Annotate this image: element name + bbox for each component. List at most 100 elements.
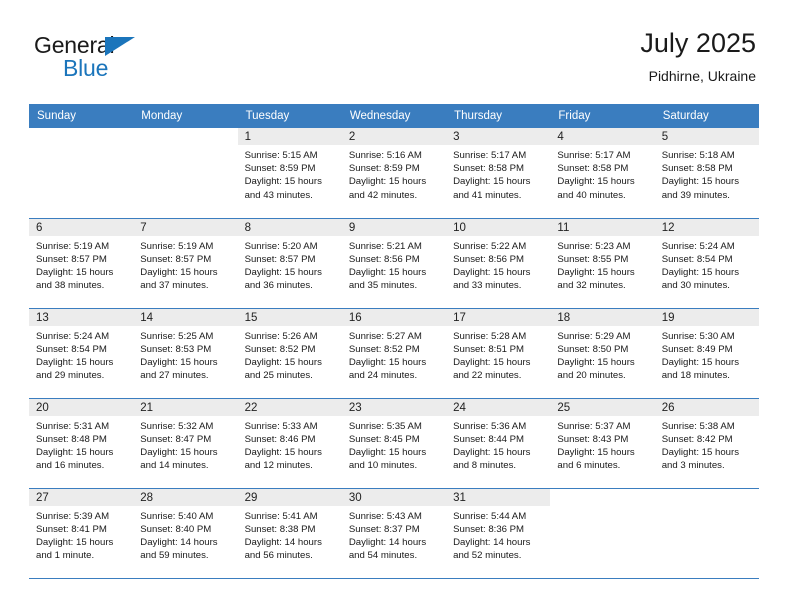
day-details: Sunrise: 5:38 AM Sunset: 8:42 PM Daylight:…: [655, 416, 759, 473]
day-number: 9: [341, 218, 447, 236]
daylight-text-line2: and 56 minutes.: [244, 550, 313, 562]
day-number: 14: [133, 308, 238, 326]
calendar-day-cell[interactable]: 5 Sunrise: 5:18 AM Sunset: 8:58 PM Daylight…: [654, 128, 759, 219]
sunrise-text: Sunrise: 5:17 AM: [557, 150, 631, 161]
calendar-day-cell[interactable]: 20 Sunrise: 5:31 AM Sunset: 8:48 PM Dayligh…: [29, 398, 134, 489]
daylight-text-line1: Daylight: 15 hours: [244, 356, 322, 368]
day-details: Sunrise: 5:15 AM Sunset: 8:59 PM Daylight:…: [238, 145, 342, 202]
sunset-text: Sunset: 8:44 PM: [453, 433, 525, 445]
sunrise-text: Sunrise: 5:29 AM: [557, 330, 631, 342]
day-number: 20: [29, 398, 134, 416]
calendar-day-cell[interactable]: 18 Sunrise: 5:29 AM Sunset: 8:50 PM Dayligh…: [550, 308, 655, 399]
day-number: 15: [237, 308, 342, 326]
logo-text-blue: Blue: [63, 55, 109, 81]
logo-text-general: General: [34, 32, 115, 58]
calendar-day-cell[interactable]: 29 Sunrise: 5:41 AM Sunset: 8:38 PM Dayligh…: [237, 488, 342, 579]
sunset-text: Sunset: 8:56 PM: [453, 253, 525, 265]
calendar-day-cell[interactable]: 22 Sunrise: 5:33 AM Sunset: 8:46 PM Dayligh…: [237, 398, 342, 489]
sunset-text: Sunset: 8:59 PM: [244, 163, 316, 175]
calendar-day-cell[interactable]: 19 Sunrise: 5:30 AM Sunset: 8:49 PM Dayligh…: [654, 308, 759, 399]
daylight-text-line1: Daylight: 15 hours: [453, 356, 531, 368]
calendar-day-cell[interactable]: 16 Sunrise: 5:27 AM Sunset: 8:52 PM Dayligh…: [341, 308, 447, 399]
calendar-day-cell[interactable]: 9 Sunrise: 5:21 AM Sunset: 8:56 PM Daylight…: [341, 218, 447, 309]
day-details: Sunrise: 5:37 AM Sunset: 8:43 PM Daylight:…: [550, 416, 654, 473]
day-details: Sunrise: 5:25 AM Sunset: 8:53 PM Daylight:…: [133, 326, 237, 383]
daylight-text-line1: Daylight: 14 hours: [140, 536, 218, 548]
day-number: 5: [654, 128, 759, 145]
month-calendar-table: Sunday Monday Tuesday Wednesday Thursday…: [29, 104, 759, 579]
sunset-text: Sunset: 8:37 PM: [348, 523, 420, 535]
daylight-text-line1: Daylight: 14 hours: [348, 536, 427, 548]
calendar-day-cell[interactable]: 13 Sunrise: 5:24 AM Sunset: 8:54 PM Dayligh…: [29, 308, 134, 399]
calendar-day-cell[interactable]: 3 Sunrise: 5:17 AM Sunset: 8:58 PM Daylight…: [446, 128, 551, 219]
page-title: July 2025: [640, 28, 756, 58]
daylight-text-line1: Daylight: 15 hours: [348, 176, 427, 188]
calendar-day-cell[interactable]: 27 Sunrise: 5:39 AM Sunset: 8:41 PM Dayligh…: [29, 488, 134, 579]
calendar-week-row: 13 Sunrise: 5:24 AM Sunset: 8:54 PM Dayligh…: [29, 308, 759, 399]
day-number: 19: [654, 308, 759, 326]
calendar-day-cell[interactable]: 7 Sunrise: 5:19 AM Sunset: 8:57 PM Daylight…: [133, 218, 238, 309]
daylight-text-line2: and 14 minutes.: [140, 460, 209, 472]
sunrise-text: Sunrise: 5:31 AM: [36, 420, 110, 432]
day-number: 26: [654, 398, 759, 416]
calendar-day-cell[interactable]: 12 Sunrise: 5:24 AM Sunset: 8:54 PM Dayligh…: [654, 218, 759, 309]
calendar-day-cell[interactable]: 17 Sunrise: 5:28 AM Sunset: 8:51 PM Dayligh…: [446, 308, 551, 399]
sunrise-text: Sunrise: 5:44 AM: [453, 510, 527, 522]
calendar-day-cell[interactable]: 6 Sunrise: 5:19 AM Sunset: 8:57 PM Daylight…: [29, 218, 134, 309]
calendar-day-cell[interactable]: 28 Sunrise: 5:40 AM Sunset: 8:40 PM Dayligh…: [133, 488, 238, 579]
calendar-day-cell[interactable]: 14 Sunrise: 5:25 AM Sunset: 8:53 PM Dayligh…: [133, 308, 238, 399]
calendar-day-cell[interactable]: 26 Sunrise: 5:38 AM Sunset: 8:42 PM Dayligh…: [654, 398, 759, 489]
sunrise-text: Sunrise: 5:36 AM: [453, 420, 527, 432]
day-details: Sunrise: 5:43 AM Sunset: 8:37 PM Daylight:…: [342, 506, 446, 563]
calendar-day-cell[interactable]: 2 Sunrise: 5:16 AM Sunset: 8:59 PM Daylight…: [341, 128, 447, 219]
daylight-text-line2: and 40 minutes.: [557, 189, 626, 201]
day-details: Sunrise: 5:31 AM Sunset: 8:48 PM Daylight:…: [29, 416, 133, 473]
calendar-day-cell[interactable]: 31 Sunrise: 5:44 AM Sunset: 8:36 PM Dayligh…: [446, 488, 551, 579]
calendar-day-cell[interactable]: 15 Sunrise: 5:26 AM Sunset: 8:52 PM Dayligh…: [237, 308, 342, 399]
calendar-day-cell[interactable]: 30 Sunrise: 5:43 AM Sunset: 8:37 PM Dayligh…: [341, 488, 447, 579]
sunset-text: Sunset: 8:47 PM: [140, 433, 212, 445]
daylight-text-line1: Daylight: 15 hours: [140, 266, 218, 278]
calendar-day-cell[interactable]: 4 Sunrise: 5:17 AM Sunset: 8:58 PM Daylight…: [550, 128, 655, 219]
day-number: [655, 489, 759, 506]
daylight-text-line2: and 39 minutes.: [661, 189, 730, 201]
day-details: Sunrise: 5:26 AM Sunset: 8:52 PM Daylight:…: [238, 326, 342, 383]
sunset-text: Sunset: 8:54 PM: [36, 343, 107, 355]
sunrise-text: Sunrise: 5:24 AM: [661, 240, 735, 252]
day-number: 18: [550, 308, 655, 326]
calendar-day-cell[interactable]: 11 Sunrise: 5:23 AM Sunset: 8:55 PM Dayligh…: [550, 218, 655, 309]
daylight-text-line2: and 22 minutes.: [453, 370, 522, 382]
sunrise-text: Sunrise: 5:25 AM: [140, 330, 214, 342]
calendar-day-cell[interactable]: 10 Sunrise: 5:22 AM Sunset: 8:56 PM Dayligh…: [446, 218, 551, 309]
day-details: Sunrise: 5:21 AM Sunset: 8:56 PM Daylight:…: [342, 236, 446, 293]
daylight-text-line1: Daylight: 15 hours: [557, 176, 635, 188]
sunrise-text: Sunrise: 5:32 AM: [140, 420, 214, 432]
daylight-text-line2: and 16 minutes.: [36, 460, 105, 472]
calendar-day-cell[interactable]: 24 Sunrise: 5:36 AM Sunset: 8:44 PM Dayligh…: [446, 398, 551, 489]
day-details: Sunrise: 5:16 AM Sunset: 8:59 PM Daylight:…: [342, 145, 446, 202]
calendar-day-cell[interactable]: 8 Sunrise: 5:20 AM Sunset: 8:57 PM Daylight…: [237, 218, 342, 309]
daylight-text-line2: and 33 minutes.: [453, 280, 522, 292]
day-details: Sunrise: 5:23 AM Sunset: 8:55 PM Daylight:…: [550, 236, 654, 293]
daylight-text-line1: Daylight: 15 hours: [453, 446, 531, 458]
day-number: 4: [550, 128, 655, 145]
calendar-day-cell[interactable]: 23 Sunrise: 5:35 AM Sunset: 8:45 PM Dayligh…: [341, 398, 447, 489]
day-details: Sunrise: 5:33 AM Sunset: 8:46 PM Daylight:…: [238, 416, 342, 473]
daylight-text-line1: Daylight: 15 hours: [36, 446, 114, 458]
daylight-text-line1: Daylight: 15 hours: [36, 266, 114, 278]
day-details: Sunrise: 5:40 AM Sunset: 8:40 PM Daylight:…: [133, 506, 237, 563]
sunrise-text: Sunrise: 5:38 AM: [661, 420, 735, 432]
day-number: 23: [341, 398, 447, 416]
sunrise-text: Sunrise: 5:26 AM: [244, 330, 318, 342]
sunset-text: Sunset: 8:50 PM: [557, 343, 629, 355]
calendar-day-cell[interactable]: 25 Sunrise: 5:37 AM Sunset: 8:43 PM Dayligh…: [550, 398, 655, 489]
day-details: Sunrise: 5:41 AM Sunset: 8:38 PM Daylight:…: [238, 506, 342, 563]
daylight-text-line1: Daylight: 15 hours: [36, 356, 114, 368]
weekday-header-sunday: Sunday: [29, 104, 134, 128]
calendar-day-cell[interactable]: 21 Sunrise: 5:32 AM Sunset: 8:47 PM Dayligh…: [133, 398, 238, 489]
day-number: 6: [29, 218, 134, 236]
daylight-text-line2: and 37 minutes.: [140, 280, 209, 292]
calendar-day-cell[interactable]: 1 Sunrise: 5:15 AM Sunset: 8:59 PM Daylight…: [237, 128, 342, 219]
sunset-text: Sunset: 8:53 PM: [140, 343, 212, 355]
day-number: 1: [237, 128, 342, 145]
